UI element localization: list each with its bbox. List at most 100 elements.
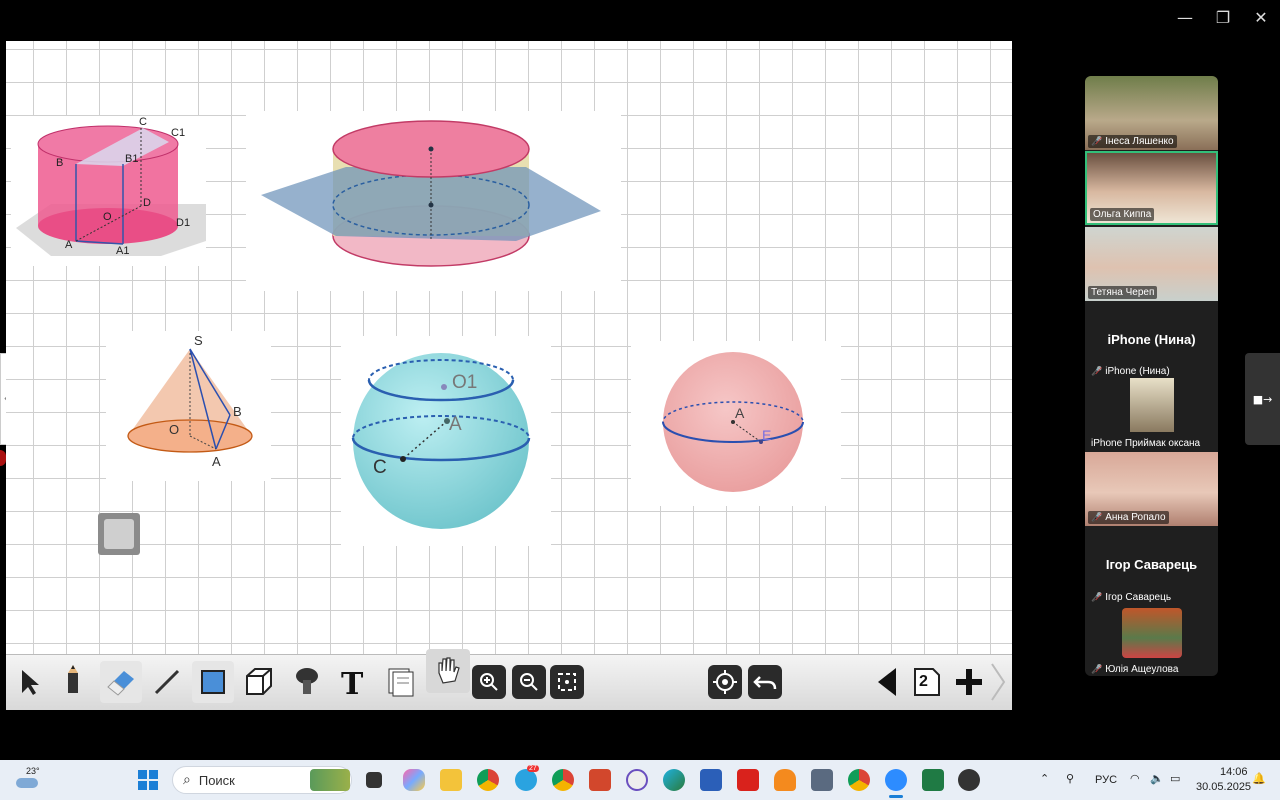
search-placeholder: Поиск [198,772,235,788]
app-flower-icon[interactable] [626,769,648,791]
text-tool[interactable]: T [332,661,374,703]
acrobat-icon[interactable] [737,769,759,791]
figure-sphere-plane[interactable]: A E [631,341,841,506]
crosshair-icon [713,670,737,694]
eraser-tool[interactable] [100,661,142,703]
wifi-icon[interactable]: ◠ [1130,772,1140,785]
notification-icon[interactable]: 🔔 [1252,772,1266,785]
telegram-icon[interactable]: 27 [515,765,539,791]
cloud-app-icon[interactable] [774,769,796,791]
label-C: C [139,116,147,128]
active-app-underline [889,795,903,798]
mic-off-icon: 🎤̸ [1091,366,1103,377]
volume-icon[interactable]: 🔈 [1150,772,1164,785]
participant-tile[interactable]: iPhone (Нина) 🎤̸ iPhone (Нина) [1085,302,1218,378]
label-A: A [449,414,462,435]
chrome-icon[interactable] [477,769,499,791]
zoom-app-icon[interactable] [885,769,907,791]
participant-tile[interactable]: Тетяна Череп [1085,227,1218,301]
prev-page-button[interactable] [866,661,908,703]
minimize-button[interactable]: — [1166,0,1204,34]
edge-icon[interactable] [663,769,685,791]
excel-icon[interactable] [922,769,944,791]
file-explorer-icon[interactable] [440,769,462,791]
copilot-icon[interactable] [403,769,425,791]
chrome-alt-icon[interactable] [848,769,870,791]
cm-app-icon[interactable] [958,769,980,791]
line-icon [154,669,180,695]
participant-tile[interactable]: Ігор Саварець 🎤̸ Ігор Саварець [1085,528,1218,604]
participant-label: Ольга Киппа [1090,208,1155,221]
label-A: A [212,454,221,469]
tray-network-icon[interactable]: ⚲ [1066,772,1074,785]
powerpoint-icon[interactable] [589,769,611,791]
mic-off-icon: 🎤̸ [1091,512,1103,523]
mic-off-icon: 🎤̸ [1091,664,1103,675]
participant-tile[interactable]: 🎤̸ Анна Ропало [1085,452,1218,526]
participant-tile[interactable]: 🎤̸ Юлія Ащеулова [1085,606,1218,676]
fit-screen-button[interactable] [550,665,584,699]
start-button[interactable] [138,770,158,790]
triangle-left-icon [878,668,896,696]
whiteboard-canvas[interactable]: C C1 B B1 O D D1 A A1 S B O A O1 A C A E… [6,41,1012,710]
pages-tool[interactable] [380,661,422,703]
participant-label: 🎤̸ Анна Ропало [1088,511,1169,524]
line-tool[interactable] [146,661,188,703]
weather-widget[interactable]: 23° [16,766,46,794]
zoom-out-button[interactable] [512,665,546,699]
label-O1: O1 [452,372,477,393]
clock-date[interactable]: 30.05.2025 [1196,781,1251,793]
figure-cone[interactable]: S B O A [106,331,271,481]
participant-label: iPhone Приймак оксана [1091,438,1201,449]
clock-time[interactable]: 14:06 [1220,766,1248,778]
plus-icon [956,669,982,695]
add-page-button[interactable] [948,661,990,703]
pencil-icon [68,665,78,693]
windows-taskbar: 23° ⌕ Поиск 27 ⌃ ⚲ РУС ◠ 🔈 ▭ 14:06 30.05… [0,760,1280,800]
text-icon: T [341,667,364,697]
right-panel-tab[interactable]: ■→ [1245,353,1280,445]
fill-tool[interactable] [286,661,328,703]
page-indicator[interactable]: 2 [906,661,948,703]
cube-tool[interactable] [238,661,280,703]
search-icon: ⌕ [183,772,191,788]
next-page-button[interactable] [986,661,1010,703]
chrome-profile-icon[interactable] [552,769,574,791]
tray-chevron-icon[interactable]: ⌃ [1040,772,1049,785]
pencil-tool[interactable] [52,661,94,703]
battery-icon[interactable]: ▭ [1170,772,1180,785]
rectangle-tool[interactable] [192,661,234,703]
language-indicator[interactable]: РУС [1095,774,1117,786]
undo-button[interactable] [748,665,782,699]
locate-button[interactable] [708,665,742,699]
participant-tile[interactable]: iPhone Приймак оксана [1085,378,1218,450]
participant-tile-active[interactable]: Ольга Киппа [1085,151,1218,225]
restore-button[interactable]: ❐ [1204,0,1242,34]
widgets-icon[interactable] [310,769,350,791]
figure-cylinder-plane[interactable] [246,111,621,291]
undo-icon [753,676,777,690]
zoom-in-icon [480,673,498,691]
zoom-in-button[interactable] [472,665,506,699]
hand-icon [438,657,460,684]
hand-tool[interactable] [426,649,470,693]
label-D: D [143,197,151,209]
participant-avatar [1130,378,1174,432]
close-button[interactable]: ✕ [1242,0,1280,34]
label-O: O [169,422,179,437]
calculator-icon[interactable] [811,769,833,791]
zoom-out-icon [520,673,538,691]
participant-name-large: Ігор Саварець [1105,557,1198,572]
label-E: E [762,427,771,443]
pages-icon [388,668,414,697]
word-icon[interactable] [700,769,722,791]
figure-sphere-sections[interactable]: O1 A C [341,336,551,546]
figure-cylinder-section[interactable]: C C1 B B1 O D D1 A A1 [11,116,206,266]
task-view-icon[interactable] [366,772,382,788]
label-D1: D1 [176,217,190,229]
mic-off-icon: 🎤̸ [1091,592,1103,603]
floating-square-widget[interactable] [98,513,140,555]
participant-tile[interactable]: 🎤̸ Інеса Ляшенко [1085,76,1218,150]
select-tool[interactable] [8,661,50,703]
participant-name-large: iPhone (Нина) [1107,332,1196,347]
